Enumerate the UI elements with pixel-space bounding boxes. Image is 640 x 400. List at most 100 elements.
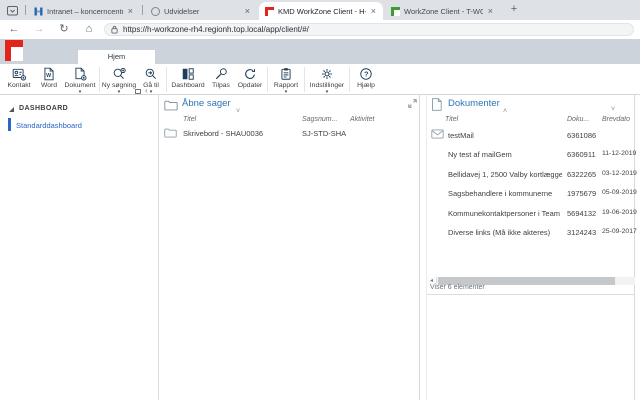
contact-add-icon	[12, 67, 26, 81]
panel-title: Dokumenter	[448, 98, 500, 109]
back-icon[interactable]: ←	[6, 22, 22, 37]
new-search-icon	[112, 67, 126, 81]
column-header-sagsnum[interactable]: Sagsnum...	[302, 116, 337, 123]
browser-window: Intranet – koncerncentrenes int × Udvide…	[0, 0, 640, 400]
rapport-button[interactable]: Rapport ▾	[269, 66, 303, 95]
ny-sogning-button[interactable]: Ny søgning ▾	[101, 66, 137, 95]
browser-tab-extensions[interactable]: Udvidelser ×	[145, 2, 257, 20]
panel-collapse-control[interactable]: ‹	[135, 87, 148, 95]
ribbon-toolbar: Kontakt W Word Dokument ▾ Ny søgning ▾ G…	[0, 64, 640, 95]
opdater-button[interactable]: Opdater	[234, 66, 266, 94]
customize-wrench-icon	[214, 67, 228, 81]
sort-desc-icon: ˅	[611, 106, 616, 113]
ribbon-group-separator	[99, 67, 100, 92]
doc-number: 6322265	[567, 170, 597, 179]
close-icon[interactable]: ×	[370, 6, 377, 16]
tab-title: Udvidelser	[164, 6, 200, 16]
tab-actions-icon[interactable]	[6, 4, 19, 17]
table-row[interactable]: Skrivebord - SHAU0036 SJ-STD-SHA...	[160, 126, 420, 140]
doc-number: 6360911	[567, 150, 596, 159]
doc-date: 11-12-2019	[602, 150, 637, 157]
doc-date: 25-09-2017	[602, 228, 637, 235]
dashboard-workspace: DASHBOARD Standarddashboard Åbne sager T…	[0, 94, 640, 400]
doc-number: 1975679	[567, 189, 597, 198]
column-header-brevdato[interactable]: Brevdato	[602, 116, 630, 123]
word-document-icon: W	[42, 67, 56, 81]
kontakt-button[interactable]: Kontakt	[2, 66, 36, 94]
workzone-logo	[5, 40, 23, 61]
lock-icon	[111, 25, 118, 34]
refresh-icon[interactable]: ↻	[56, 22, 72, 37]
tab-separator	[25, 5, 26, 15]
svg-text:W: W	[46, 73, 51, 79]
tab-title: KMD WorkZone Client - H-WOR	[278, 6, 366, 16]
document-icon	[431, 98, 442, 111]
svg-text:?: ?	[364, 72, 368, 79]
column-header-dokument[interactable]: Doku...	[567, 116, 589, 123]
tilpas-button[interactable]: Tilpas	[208, 66, 234, 94]
new-document-icon	[73, 67, 87, 81]
doc-number: 5694132	[567, 209, 597, 218]
settings-gear-icon	[320, 67, 334, 81]
case-number: SJ-STD-SHA...	[302, 129, 346, 138]
table-row[interactable]: W Sagsbehandlere i kommunerne 1975679 05…	[427, 186, 637, 200]
expand-panel-icon[interactable]	[408, 99, 417, 108]
dashboard-button[interactable]: Dashboard	[168, 66, 208, 94]
table-row[interactable]: W Bellidavej 1, 2500 Valby kortlægges ik…	[427, 167, 637, 181]
table-row[interactable]: W Ny test af mailGem 6360911 11-12-2019	[427, 147, 637, 161]
doc-date: 05-09-2019	[602, 189, 637, 196]
goto-search-icon	[144, 67, 158, 81]
column-header-titel[interactable]: Titel	[445, 116, 458, 123]
workzone-red-favicon	[265, 6, 274, 16]
hjaelp-button[interactable]: ? Hjælp	[351, 66, 381, 94]
dock-icon	[135, 88, 141, 94]
browser-tab-strip: Intranet – koncerncentrenes int × Udvide…	[0, 0, 640, 20]
close-icon[interactable]: ×	[127, 6, 134, 16]
intranet-favicon	[34, 7, 43, 16]
report-clipboard-icon	[279, 67, 293, 81]
new-tab-button[interactable]: +	[507, 3, 521, 17]
open-cases-panel: Åbne sager Titel ˅ Sagsnum... Aktivitet …	[160, 95, 420, 400]
column-header-titel[interactable]: Titel	[183, 116, 196, 123]
tab-title: WorkZone Client - T-WORKZON	[404, 6, 483, 16]
dashboard-grid-icon	[181, 67, 195, 81]
doc-title: Bellidavej 1, 2500 Valby kortlægges ikke	[448, 170, 562, 179]
status-text: Viser 6 elementer	[430, 284, 485, 291]
sidebar-section-dashboard[interactable]: DASHBOARD	[19, 105, 68, 112]
workzone-header-band: Hjem	[0, 39, 640, 64]
workzone-green-favicon	[391, 6, 400, 16]
sort-desc-icon: ˅	[236, 108, 241, 115]
indstillinger-button[interactable]: Indstillinger ▾	[306, 66, 348, 95]
doc-title: Diverse links (Må ikke akteres)	[448, 228, 551, 237]
ribbon-group-separator	[304, 67, 305, 92]
sidebar-item-standarddashboard[interactable]: Standarddashboard	[16, 121, 82, 130]
browser-tab-workzone-t[interactable]: WorkZone Client - T-WORKZON ×	[385, 2, 500, 20]
url-text: https://h-workzone-rh4.regionh.top.local…	[123, 25, 309, 34]
tree-expanded-icon	[9, 107, 14, 112]
panel-title: Åbne sager	[182, 98, 231, 109]
home-icon[interactable]: ⌂	[81, 22, 97, 37]
doc-number: 3124243	[567, 228, 597, 237]
table-row[interactable]: testMail 6361086	[427, 128, 635, 142]
mail-icon	[431, 129, 444, 139]
browser-tab-intranet[interactable]: Intranet – koncerncentrenes int ×	[28, 2, 140, 20]
url-field[interactable]: https://h-workzone-rh4.regionh.top.local…	[104, 23, 634, 36]
table-row[interactable]: W Diverse links (Må ikke akteres) 312424…	[427, 225, 637, 239]
extensions-favicon	[151, 6, 160, 16]
tab-title: Intranet – koncerncentrenes int	[47, 6, 123, 16]
forward-icon[interactable]: →	[31, 22, 47, 37]
table-row[interactable]: W Kommunekontaktpersoner i Team Frivilli…	[427, 206, 637, 220]
dokument-button[interactable]: Dokument ▾	[62, 66, 98, 95]
doc-title: Ny test af mailGem	[448, 150, 512, 159]
doc-number: 6361086	[567, 131, 597, 140]
doc-date: 03-12-2019	[602, 170, 637, 177]
doc-title: Sagsbehandlere i kommunerne	[448, 189, 553, 198]
collapse-chevron-icon: ‹	[145, 86, 148, 95]
close-icon[interactable]: ×	[244, 6, 251, 16]
ribbon-tab-hjem[interactable]: Hjem	[78, 50, 155, 64]
browser-tab-workzone-h[interactable]: KMD WorkZone Client - H-WOR ×	[259, 2, 383, 20]
close-icon[interactable]: ×	[487, 6, 494, 16]
word-button[interactable]: W Word	[36, 66, 62, 94]
ribbon-group-separator	[349, 67, 350, 92]
column-header-aktivitet[interactable]: Aktivitet	[350, 116, 375, 123]
